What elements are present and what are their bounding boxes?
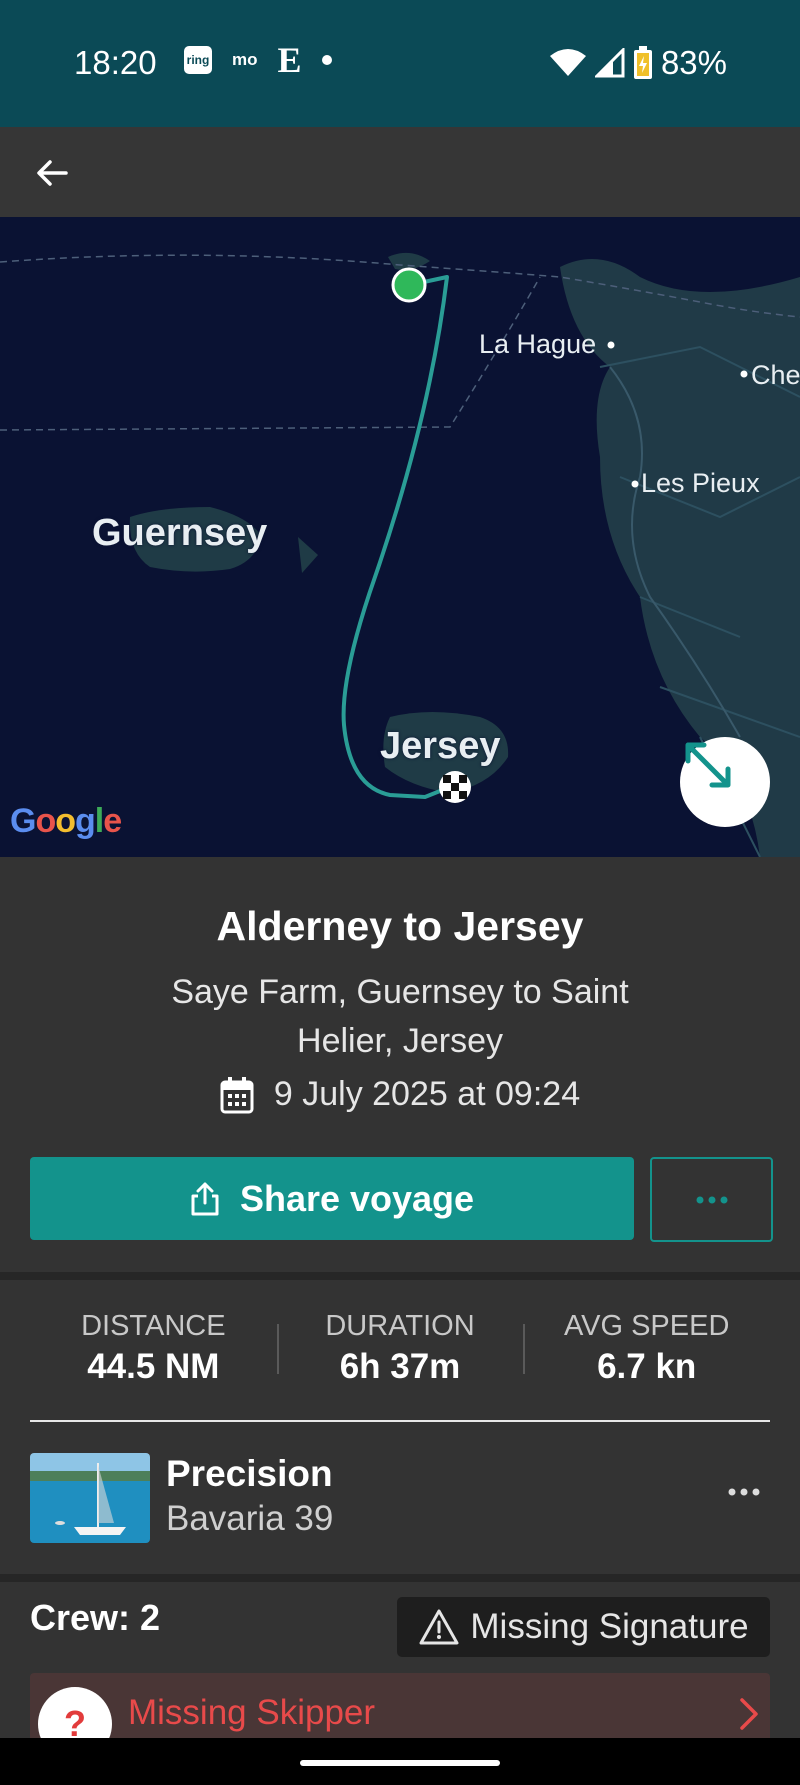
missing-signature-badge: Missing Signature <box>397 1597 770 1657</box>
boat-name: Precision <box>166 1453 333 1494</box>
boat-row[interactable]: Precision Bavaria 39 <box>30 1453 770 1545</box>
back-button[interactable] <box>28 149 76 197</box>
voyage-stats: DISTANCE 44.5 NM DURATION 6h 37m AVG SPE… <box>30 1310 770 1387</box>
stat-label: AVG SPEED <box>563 1310 730 1342</box>
status-bar: 18:20 ring mo E 83% <box>0 0 800 127</box>
more-notifications-dot-icon <box>321 55 332 65</box>
section-divider <box>0 1272 800 1280</box>
status-time: 18:20 <box>74 44 157 81</box>
stat-value: 6h 37m <box>339 1347 461 1386</box>
stats-divider <box>30 1420 770 1422</box>
battery-icon <box>633 46 652 79</box>
crew-count: Crew: 2 <box>30 1597 161 1638</box>
share-icon <box>191 1182 219 1215</box>
stat-duration: DURATION 6h 37m <box>276 1310 524 1387</box>
stat-avg-speed: AVG SPEED 6.7 kn <box>523 1310 770 1387</box>
missing-skipper-label: Missing Skipper <box>128 1693 376 1732</box>
system-nav-bar <box>0 1738 800 1785</box>
stat-value: 6.7 kn <box>597 1347 697 1386</box>
boat-model: Bavaria 39 <box>166 1499 334 1538</box>
expand-diagonal-icon <box>685 742 731 788</box>
voyage-map[interactable]: La Hague Che Les Pieux Guernsey Jersey G… <box>0 217 800 857</box>
battery-percent: 83% <box>660 44 727 81</box>
app-bar <box>0 127 800 217</box>
map-label-guernsey: Guernsey <box>92 512 268 554</box>
map-label-cherbourg: Che <box>751 360 800 390</box>
voyage-date: 9 July 2025 at 09:24 <box>273 1075 581 1113</box>
more-options-button[interactable] <box>650 1157 773 1242</box>
voyage-date-row: 9 July 2025 at 09:24 <box>0 1075 800 1114</box>
section-divider <box>0 1574 800 1582</box>
share-voyage-label: Share voyage <box>239 1177 475 1219</box>
economist-app-icon: E <box>277 40 302 80</box>
chevron-right-icon <box>738 1697 760 1736</box>
voyage-route: Saye Farm, Guernsey to Saint Helier, Jer… <box>171 973 629 1060</box>
stat-label: DURATION <box>325 1310 475 1342</box>
missing-signature-label: Missing Signature <box>470 1607 749 1646</box>
more-horizontal-icon <box>696 1196 727 1203</box>
arrow-left-icon <box>37 160 68 186</box>
stat-label: DISTANCE <box>81 1310 226 1342</box>
signal-icon <box>594 48 625 78</box>
share-voyage-button[interactable]: Share voyage <box>30 1157 634 1240</box>
ring-app-icon: ring <box>184 46 212 74</box>
more-horizontal-icon <box>728 1488 760 1496</box>
map-label-les-pieux: Les Pieux <box>641 468 760 498</box>
boat-more-button[interactable] <box>728 1483 760 1501</box>
google-logo: Google <box>10 802 122 840</box>
expand-map-button[interactable] <box>680 737 770 827</box>
home-gesture-handle[interactable] <box>300 1760 500 1766</box>
calendar-icon <box>220 1076 254 1113</box>
monzo-app-icon: mo <box>232 50 258 69</box>
skipper-avatar: ? <box>38 1687 112 1743</box>
wifi-icon <box>549 49 586 76</box>
boat-photo <box>30 1453 150 1543</box>
stat-distance: DISTANCE 44.5 NM <box>30 1310 277 1387</box>
notification-icons: ring mo E <box>184 40 332 80</box>
warning-triangle-icon <box>419 1609 459 1645</box>
map-label-la-hague: La Hague <box>479 329 597 359</box>
voyage-title: Alderney to Jersey <box>216 903 584 949</box>
missing-skipper-row[interactable]: ? Missing Skipper <box>30 1673 770 1743</box>
map-label-jersey: Jersey <box>380 725 501 767</box>
stat-value: 44.5 NM <box>87 1347 220 1386</box>
system-icons: 83% <box>549 44 727 82</box>
